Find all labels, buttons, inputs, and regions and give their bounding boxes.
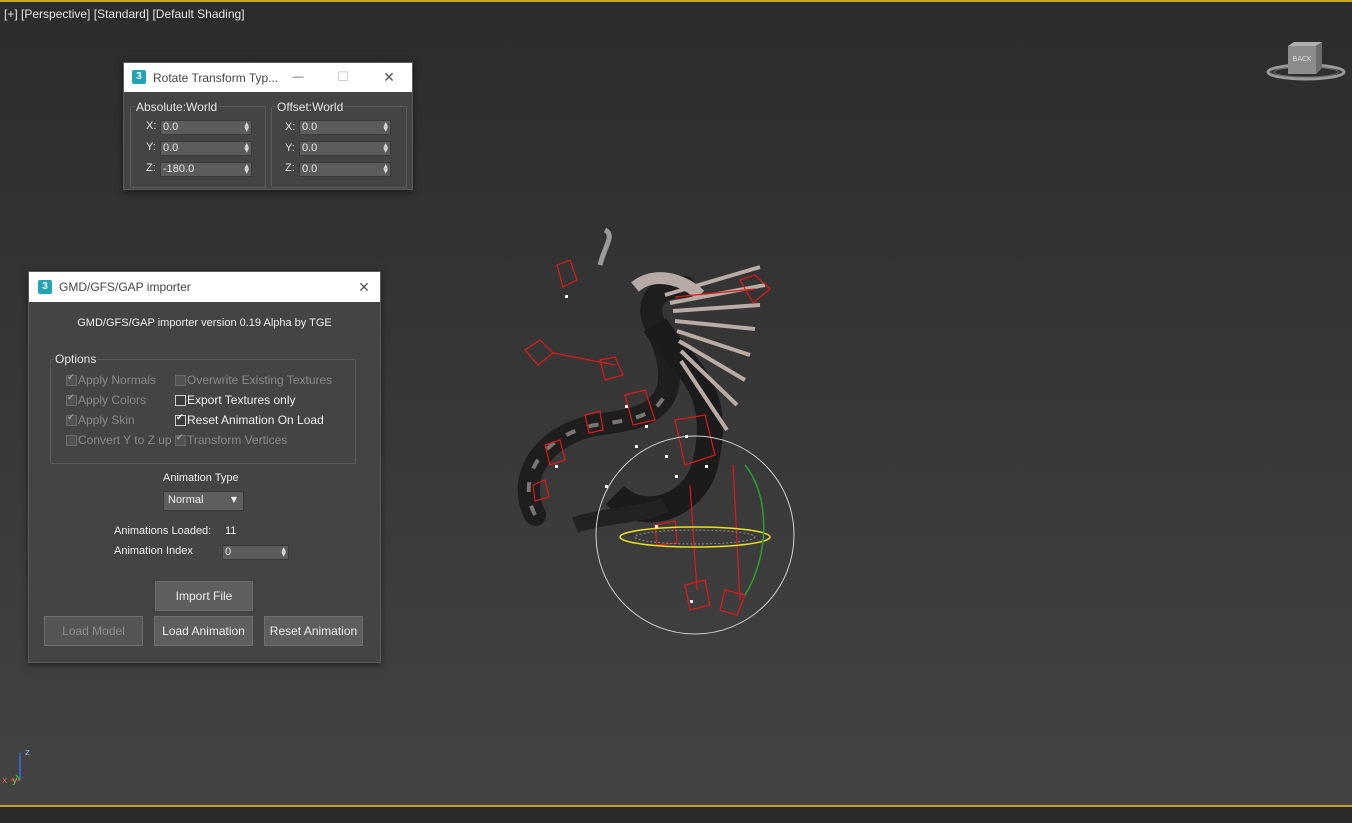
animation-index-value: 0 — [225, 546, 232, 558]
importer-window: 3 GMD/GFS/GAP importer ✕ GMD/GFS/GAP imp… — [28, 271, 381, 663]
bottom-strip — [0, 807, 1352, 823]
animation-type-label: Animation Type — [163, 472, 239, 484]
off-z-spinner[interactable]: 0.0 ▲ ▼ — [299, 162, 391, 177]
abs-z-spinner[interactable]: -180.0 ▲ ▼ — [160, 162, 252, 177]
spinner-arrows-icon[interactable]: ▲ ▼ — [281, 547, 286, 558]
abs-y-label: Y: — [146, 141, 156, 153]
import-file-button[interactable]: Import File — [155, 581, 253, 611]
app-icon: 3 — [38, 280, 52, 294]
axis-y-label: y — [12, 776, 18, 785]
export-textures-label: Export Textures only — [187, 393, 296, 407]
axis-tripod: z x y — [2, 748, 30, 785]
off-y-spinner[interactable]: 0.0 ▲ ▼ — [299, 141, 391, 156]
axis-z-label: z — [25, 748, 30, 758]
bone-markers — [555, 295, 708, 603]
spinner-arrows-icon[interactable]: ▲ ▼ — [244, 164, 249, 175]
apply-skin-label: Apply Skin — [78, 413, 135, 427]
importer-title: GMD/GFS/GAP importer — [59, 280, 191, 294]
viewport-label-bar: [+] [Perspective] [Standard] [Default Sh… — [4, 7, 245, 21]
rotate-window-titlebar[interactable]: 3 Rotate Transform Typ... — ☐ ✕ — [124, 63, 412, 92]
apply-colors-label: Apply Colors — [78, 393, 147, 407]
off-x-value: 0.0 — [302, 121, 318, 133]
transform-vertices-checkbox[interactable] — [175, 433, 186, 446]
convert-y-to-z-label: Convert Y to Z up — [78, 433, 172, 447]
convert-y-to-z-checkbox[interactable] — [66, 435, 77, 446]
abs-z-label: Z: — [146, 162, 156, 174]
abs-y-spinner[interactable]: 0.0 ▲ ▼ — [160, 141, 252, 156]
overwrite-textures-checkbox[interactable] — [175, 375, 186, 386]
app-icon: 3 — [132, 70, 146, 84]
animations-loaded-value: 11 — [225, 525, 237, 537]
abs-x-spinner[interactable]: 0.0 ▲ ▼ — [160, 120, 252, 135]
abs-x-label: X: — [146, 120, 157, 132]
abs-x-value: 0.0 — [163, 121, 179, 133]
viewport-menu-perspective[interactable]: [Perspective] — [21, 7, 90, 21]
animation-type-dropdown[interactable]: Normal ▼ — [163, 491, 244, 511]
export-textures-checkbox[interactable] — [175, 395, 186, 406]
load-model-button[interactable]: Load Model — [44, 616, 143, 646]
apply-normals-checkbox[interactable] — [66, 373, 77, 386]
overwrite-textures-label: Overwrite Existing Textures — [187, 373, 333, 387]
reset-animation-button[interactable]: Reset Animation — [264, 616, 363, 646]
viewport-menu-plus[interactable]: [+] — [4, 7, 18, 21]
apply-normals-label: Apply Normals — [78, 373, 157, 387]
off-z-value: 0.0 — [302, 163, 318, 175]
viewport-top-border — [0, 0, 1352, 2]
abs-y-value: 0.0 — [163, 142, 179, 154]
close-icon[interactable]: ✕ — [344, 272, 384, 302]
off-x-spinner[interactable]: 0.0 ▲ ▼ — [299, 120, 391, 135]
spinner-arrows-icon[interactable]: ▲ ▼ — [244, 122, 249, 133]
off-z-label: Z: — [285, 162, 295, 174]
importer-titlebar[interactable]: 3 GMD/GFS/GAP importer ✕ — [29, 272, 380, 302]
spinner-arrows-icon[interactable]: ▲ ▼ — [244, 143, 249, 154]
viewcube[interactable]: BACK — [1266, 38, 1346, 82]
rotate-window-title: Rotate Transform Typ... — [153, 71, 279, 85]
off-y-value: 0.0 — [302, 142, 318, 154]
animation-type-value: Normal — [168, 494, 204, 506]
apply-colors-checkbox[interactable] — [66, 393, 77, 406]
load-animation-button[interactable]: Load Animation — [154, 616, 253, 646]
version-text: GMD/GFS/GAP importer version 0.19 Alpha … — [77, 317, 332, 329]
animation-index-spinner[interactable]: 0 ▲ ▼ — [222, 545, 289, 560]
off-y-label: Y: — [285, 142, 295, 154]
viewport-menu-standard[interactable]: [Standard] — [94, 7, 149, 21]
axis-x-label: x — [2, 776, 8, 785]
animation-index-label: Animation Index — [114, 545, 193, 557]
off-x-label: X: — [285, 121, 296, 133]
apply-skin-checkbox[interactable] — [66, 413, 77, 426]
maximize-icon[interactable]: ☐ — [323, 63, 363, 91]
spinner-arrows-icon[interactable]: ▲ ▼ — [383, 164, 388, 175]
spinner-arrows-icon[interactable]: ▲ ▼ — [383, 143, 388, 154]
transform-vertices-label: Transform Vertices — [187, 433, 288, 447]
spinner-arrows-icon[interactable]: ▲ ▼ — [383, 122, 388, 133]
animations-loaded-label: Animations Loaded: — [114, 525, 212, 537]
offset-world-label: Offset:World — [276, 100, 345, 114]
absolute-world-label: Absolute:World — [135, 100, 219, 114]
close-icon[interactable]: ✕ — [369, 63, 409, 92]
scene-model[interactable] — [505, 225, 805, 645]
viewport-menu-shading[interactable]: [Default Shading] — [152, 7, 244, 21]
options-label: Options — [54, 352, 98, 366]
model-body — [517, 227, 723, 533]
reset-animation-checkbox[interactable] — [175, 413, 186, 426]
chevron-down-icon: ▼ — [230, 495, 237, 504]
abs-z-value: -180.0 — [163, 163, 195, 175]
rotate-transform-window: 3 Rotate Transform Typ... — ☐ ✕ Absolute… — [123, 62, 413, 190]
reset-animation-label: Reset Animation On Load — [187, 413, 324, 427]
viewcube-face-label: BACK — [1293, 55, 1312, 63]
minimize-icon[interactable]: — — [278, 63, 318, 91]
